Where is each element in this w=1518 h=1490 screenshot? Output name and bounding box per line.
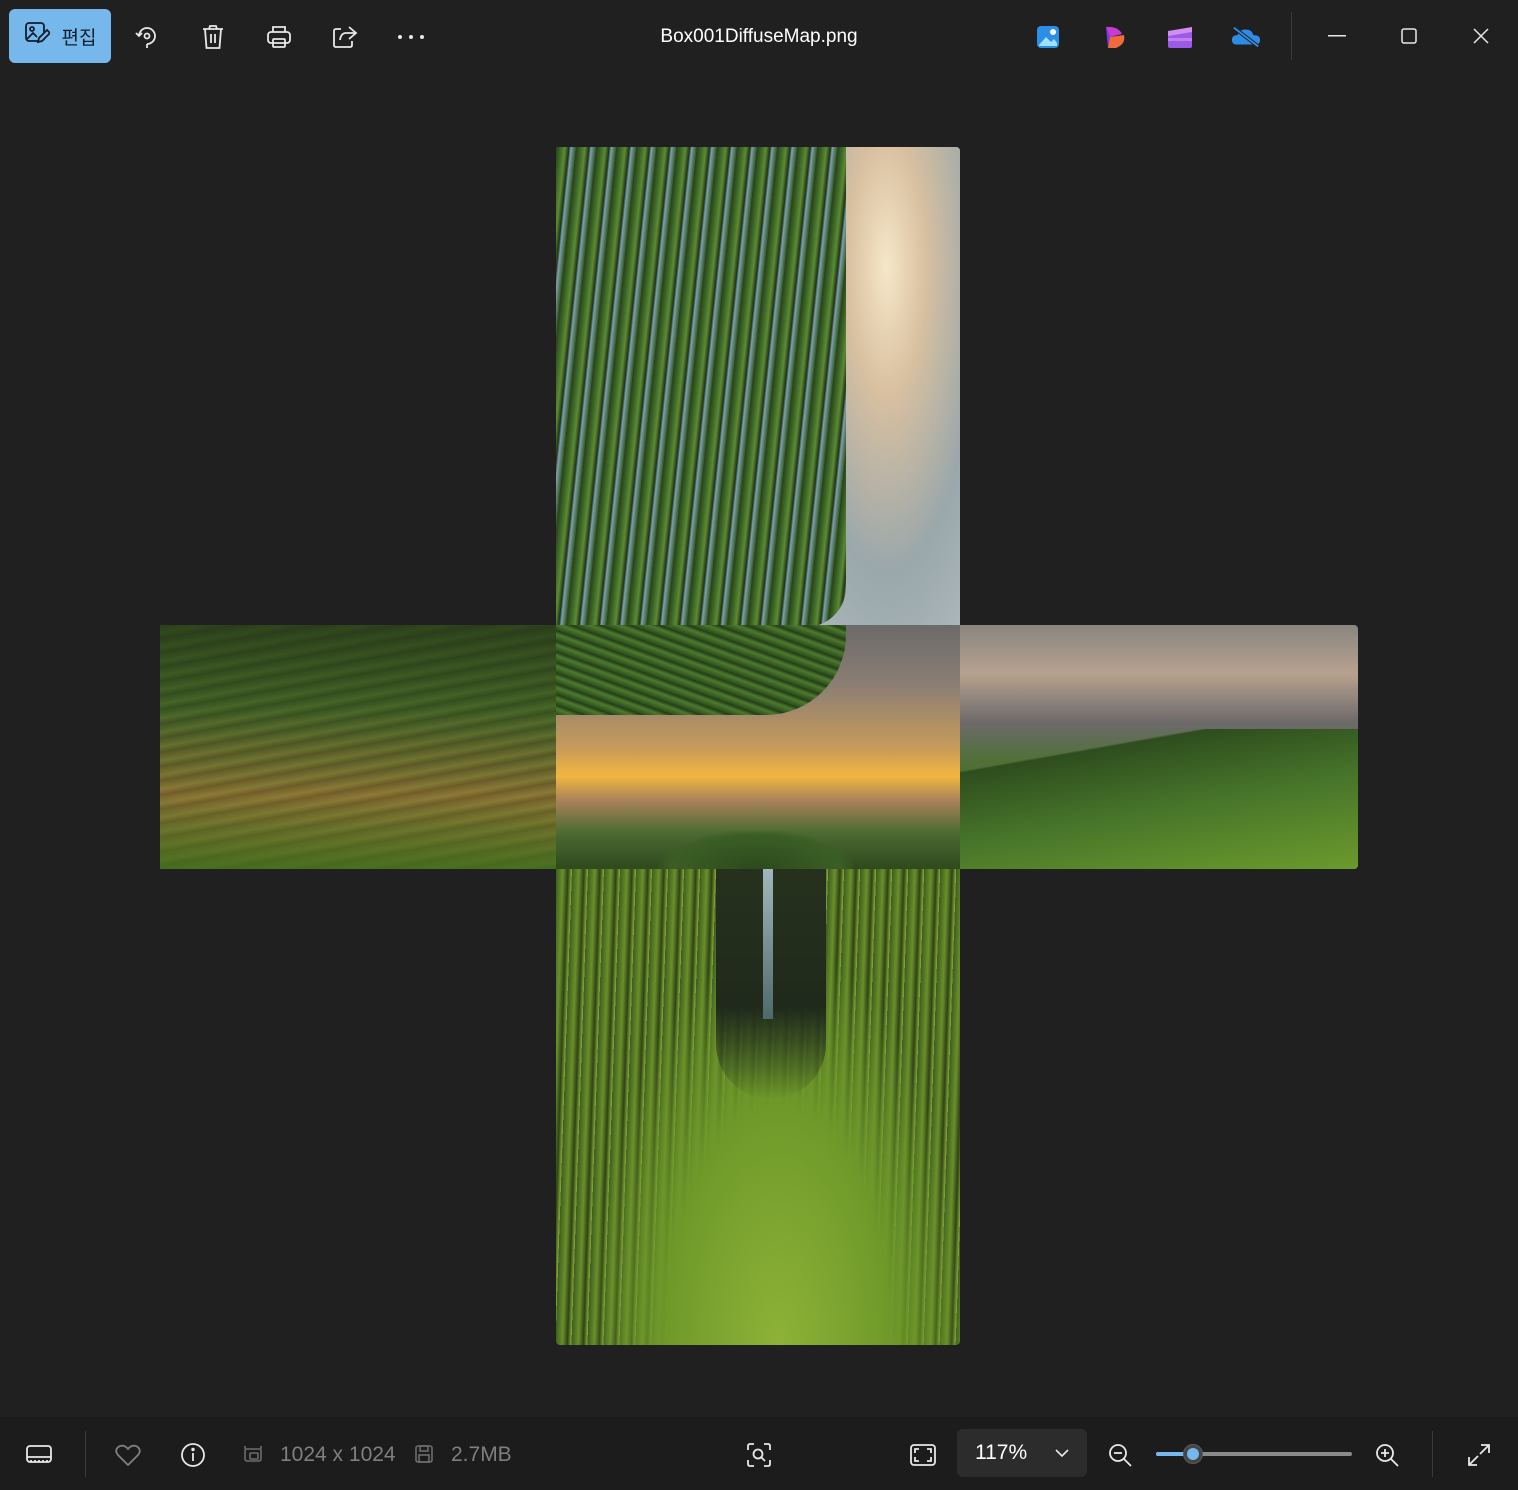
green-hill [960,729,1358,869]
movie-maker-icon [1168,27,1192,48]
rotate-button[interactable] [127,17,167,57]
share-button[interactable] [325,17,365,57]
movie-maker-app-icon[interactable] [1165,22,1195,52]
leaves-area [556,147,846,627]
zoom-in-icon [1376,1444,1399,1467]
delete-button[interactable] [193,17,233,57]
filmstrip-icon [26,1445,52,1463]
cube-map-face-left [160,625,556,869]
edit-label: 편집 [61,27,97,49]
zoom-value: 117% [975,1441,1028,1464]
fit-to-window-button[interactable] [903,1435,943,1475]
statusbar-separator [85,1431,86,1477]
cube-map-face-top [556,147,960,627]
photos-editor-app-icon[interactable] [1033,22,1063,52]
image-dimensions: 1024 x 1024 [280,1443,396,1466]
image-canvas[interactable] [0,74,1518,1417]
cube-map-face-bottom [556,869,960,1345]
file-name-title: Box001DiffuseMap.png [660,26,858,47]
more-button[interactable] [391,17,431,57]
zoom-slider-thumb[interactable] [1183,1444,1204,1464]
zoom-out-button[interactable] [1100,1435,1140,1475]
close-icon [1473,28,1489,44]
zoom-slider[interactable] [1156,1444,1352,1464]
onedrive-offline-icon [1231,26,1261,48]
close-button[interactable] [1459,16,1503,56]
onedrive-app-icon[interactable] [1231,22,1261,52]
title-bar: 편집 Box001DiffuseMap.png [0,0,1518,74]
minimize-icon [1328,35,1346,37]
print-button[interactable] [259,17,299,57]
maximize-button[interactable] [1387,16,1431,56]
minimize-button[interactable] [1315,16,1359,56]
leaf-band [556,625,846,715]
zoom-out-icon [1109,1444,1132,1467]
visual-search-button[interactable] [739,1435,779,1475]
share-icon [333,26,358,48]
filmstrip-button[interactable] [19,1435,59,1475]
dimensions-icon [243,1444,263,1464]
info-button[interactable] [173,1435,213,1475]
expand-icon [1468,1444,1490,1466]
distant-trees [656,829,856,869]
file-size-icon [414,1444,434,1464]
fit-to-window-icon [910,1444,936,1466]
heart-icon [115,1444,141,1466]
cube-map-face-right [960,625,1358,869]
zoom-dropdown[interactable]: 117% [957,1429,1087,1477]
file-size: 2.7MB [451,1443,512,1466]
visual-search-icon [747,1443,771,1467]
chevron-down-icon [1055,1449,1069,1457]
photos-editor-icon [1037,26,1059,48]
maximize-icon [1401,28,1417,44]
clipchamp-app-icon[interactable] [1100,22,1130,52]
info-icon [181,1443,205,1467]
clipchamp-icon [1106,26,1125,48]
stream [763,869,773,1019]
full-screen-button[interactable] [1459,1435,1499,1475]
trash-icon [203,25,223,49]
cube-map-face-front [556,625,960,869]
status-bar: 1024 x 1024 2.7MB 117% [0,1417,1518,1490]
zoom-in-button[interactable] [1367,1435,1407,1475]
edit-image-icon [24,20,51,52]
printer-icon [267,26,291,48]
edit-button[interactable]: 편집 [9,9,111,63]
titlebar-separator [1291,12,1292,60]
statusbar-separator [1432,1431,1433,1477]
more-icon [398,35,424,39]
rotate-icon [135,27,156,48]
favorite-button[interactable] [108,1435,148,1475]
